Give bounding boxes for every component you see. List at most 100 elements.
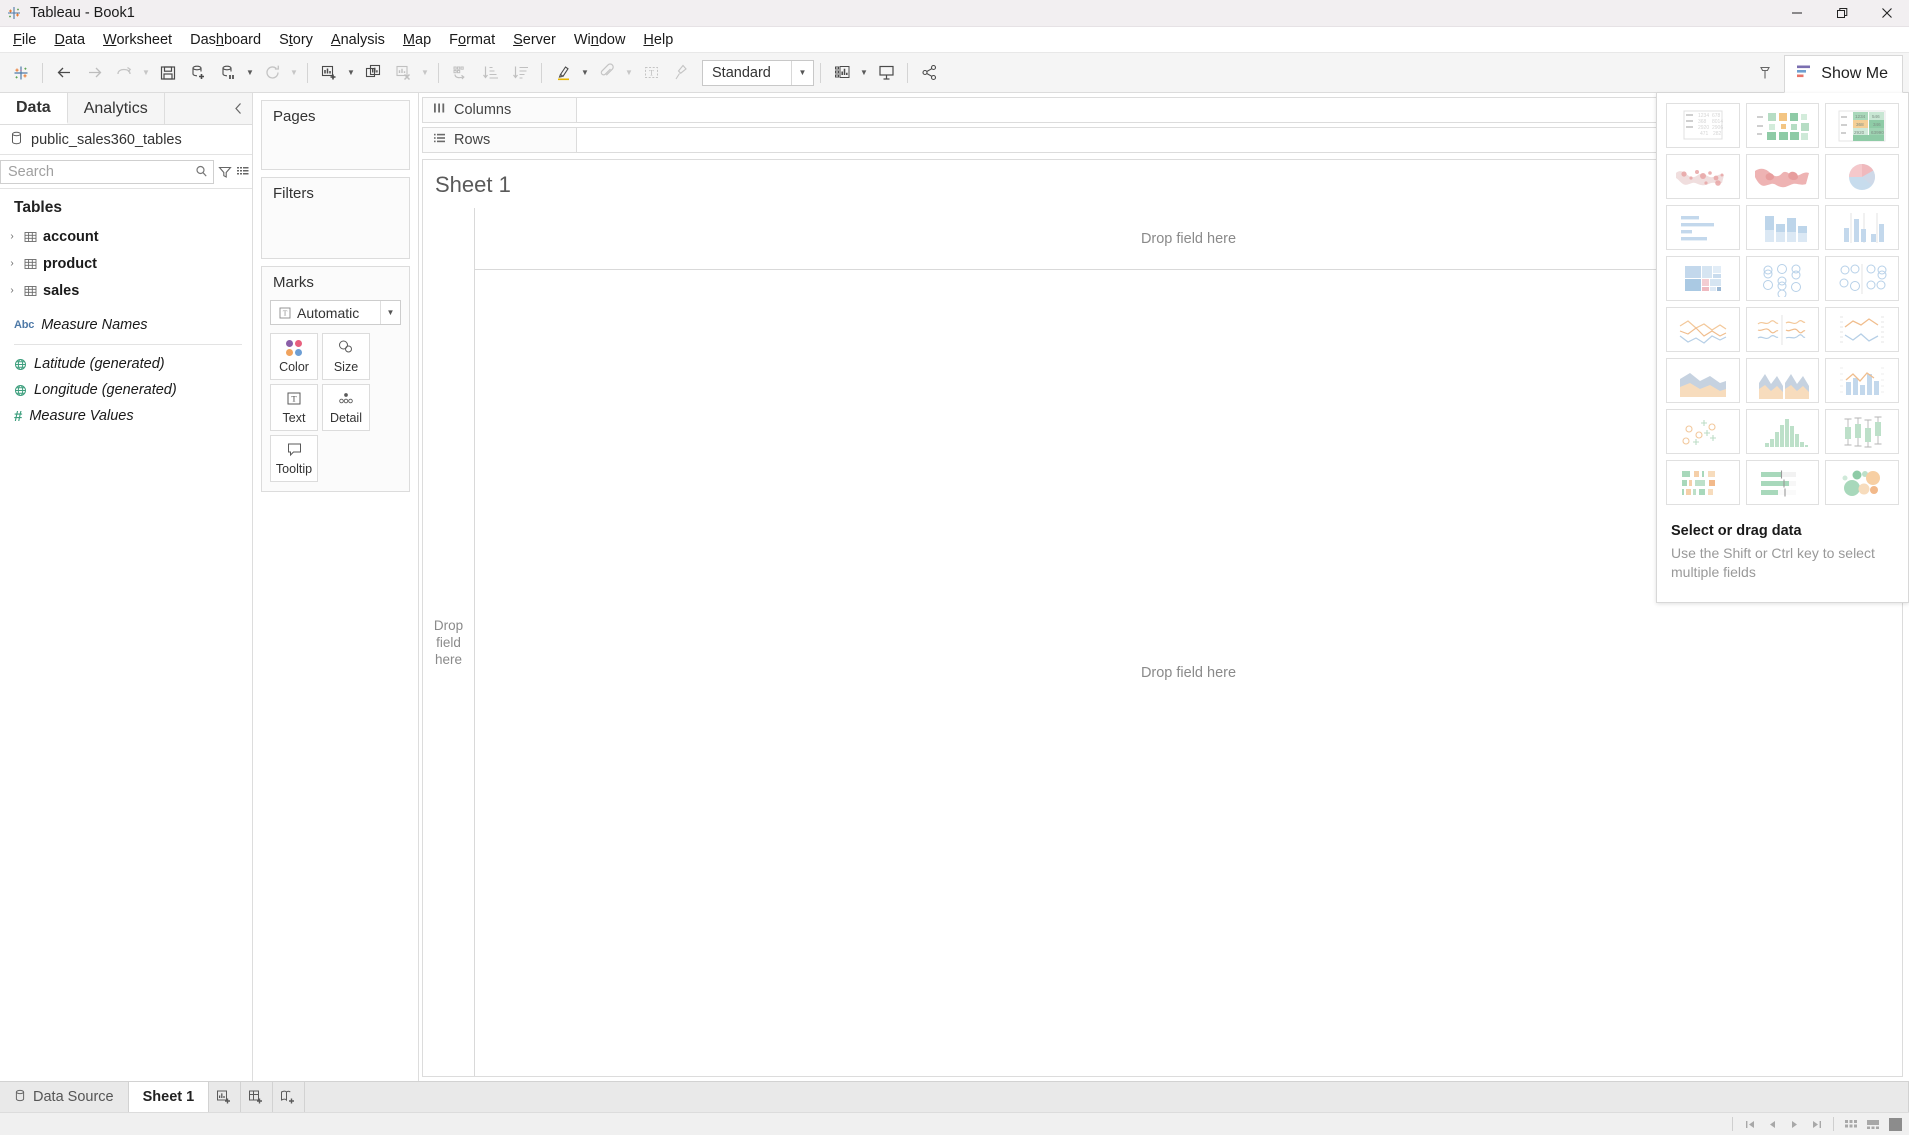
show-me-filled-map[interactable] (1745, 154, 1820, 199)
forward-arrow-icon[interactable] (79, 58, 109, 88)
show-me-dual-lines[interactable] (1825, 307, 1899, 352)
redo-options-caret[interactable]: ▼ (139, 58, 153, 88)
refresh-data-source-icon[interactable] (257, 58, 287, 88)
new-worksheet-caret[interactable]: ▼ (344, 58, 358, 88)
share-icon[interactable] (914, 58, 944, 88)
sort-descending-icon[interactable] (505, 58, 535, 88)
back-arrow-icon[interactable] (49, 58, 79, 88)
refresh-options-caret[interactable]: ▼ (287, 58, 301, 88)
show-me-histogram[interactable] (1745, 409, 1820, 454)
show-me-heat-map[interactable] (1745, 103, 1820, 148)
highlight-options-caret[interactable]: ▼ (578, 58, 592, 88)
field-measure-values[interactable]: # Measure Values (0, 403, 252, 429)
tab-analytics[interactable]: Analytics (67, 93, 165, 124)
duplicate-sheet-icon[interactable] (358, 58, 388, 88)
fix-axes-icon[interactable] (666, 58, 696, 88)
minimize-button[interactable] (1774, 0, 1819, 27)
nav-prev-icon[interactable] (1762, 1115, 1782, 1134)
data-source-row[interactable]: public_sales360_tables (0, 125, 252, 155)
show-me-symbol-map[interactable] (1666, 154, 1740, 199)
menu-server[interactable]: Server (504, 29, 565, 51)
show-me-stacked-bars[interactable] (1745, 205, 1820, 250)
menu-window[interactable]: Window (565, 29, 635, 51)
show-me-horizontal-bars[interactable] (1666, 205, 1740, 250)
marks-text-button[interactable]: T Text (270, 384, 318, 431)
chevron-right-icon[interactable]: › (6, 231, 18, 242)
filters-card[interactable]: Filters (261, 177, 410, 259)
clear-sheet-icon[interactable] (388, 58, 418, 88)
show-me-packed-bubbles[interactable] (1825, 460, 1899, 505)
table-row-account[interactable]: › account (0, 223, 252, 250)
cards-options-caret[interactable]: ▼ (857, 58, 871, 88)
show-me-scatter-plot[interactable] (1666, 409, 1740, 454)
field-measure-names[interactable]: Abc Measure Names (0, 312, 252, 338)
redo-icon[interactable] (109, 58, 139, 88)
sheet-view-icon[interactable] (1885, 1115, 1905, 1134)
pause-options-caret[interactable]: ▼ (243, 58, 257, 88)
show-me-dual-combination[interactable] (1825, 358, 1899, 403)
row-drop-area[interactable]: Drop field here (423, 208, 475, 1076)
presentation-mode-icon[interactable] (871, 58, 901, 88)
new-story-tab-icon[interactable] (273, 1082, 306, 1112)
marks-type-caret-icon[interactable]: ▼ (380, 301, 400, 324)
nav-last-icon[interactable] (1806, 1115, 1826, 1134)
table-row-product[interactable]: › product (0, 250, 252, 277)
new-worksheet-icon[interactable] (314, 58, 344, 88)
close-button[interactable] (1864, 0, 1909, 27)
filmstrip-view-icon[interactable] (1863, 1115, 1883, 1134)
pages-card[interactable]: Pages (261, 100, 410, 170)
field-longitude-generated[interactable]: Longitude (generated) (0, 377, 252, 403)
new-worksheet-tab-icon[interactable] (209, 1082, 242, 1112)
marks-type-dropdown[interactable]: T Automatic ▼ (270, 300, 401, 325)
clear-options-caret[interactable]: ▼ (418, 58, 432, 88)
nav-next-icon[interactable] (1784, 1115, 1804, 1134)
show-me-pie-chart[interactable] (1825, 154, 1899, 199)
search-box[interactable] (0, 159, 214, 184)
show-me-button[interactable]: Show Me (1784, 54, 1903, 93)
menu-file[interactable]: File (4, 29, 45, 51)
show-hide-cards-icon[interactable] (827, 58, 857, 88)
tableau-home-icon[interactable] (6, 58, 36, 88)
show-me-side-by-side-bars[interactable] (1825, 205, 1899, 250)
marks-detail-button[interactable]: Detail (322, 384, 370, 431)
show-me-continuous-lines[interactable] (1666, 307, 1740, 352)
menu-format[interactable]: Format (440, 29, 504, 51)
menu-data[interactable]: Data (45, 29, 94, 51)
new-dashboard-tab-icon[interactable] (241, 1082, 274, 1112)
marks-tooltip-button[interactable]: Tooltip (270, 435, 318, 482)
marks-color-button[interactable]: Color (270, 333, 318, 380)
field-latitude-generated[interactable]: Latitude (generated) (0, 351, 252, 377)
show-me-side-by-side-circle-view[interactable] (1825, 256, 1899, 301)
table-row-sales[interactable]: › sales (0, 277, 252, 304)
menu-map[interactable]: Map (394, 29, 440, 51)
show-me-bullet-graph[interactable] (1745, 460, 1820, 505)
swap-rows-columns-icon[interactable] (445, 58, 475, 88)
sheet-tab-sheet-1[interactable]: Sheet 1 (128, 1082, 210, 1112)
menu-worksheet[interactable]: Worksheet (94, 29, 181, 51)
nav-first-icon[interactable] (1740, 1115, 1760, 1134)
marks-size-button[interactable]: Size (322, 333, 370, 380)
view-options-icon[interactable] (236, 160, 250, 184)
add-data-source-icon[interactable] (183, 58, 213, 88)
tab-data[interactable]: Data (0, 93, 68, 124)
maximize-restore-button[interactable] (1819, 0, 1864, 27)
chevron-right-icon[interactable]: › (6, 258, 18, 269)
show-me-gantt[interactable] (1666, 460, 1740, 505)
fit-caret-icon[interactable]: ▼ (791, 60, 813, 85)
menu-dashboard[interactable]: Dashboard (181, 29, 270, 51)
sort-ascending-icon[interactable] (475, 58, 505, 88)
show-me-continuous-area[interactable] (1666, 358, 1740, 403)
group-members-icon[interactable] (592, 58, 622, 88)
show-me-text-table[interactable]: 1234 678 368 8014 2920 2906 471 282 (1666, 103, 1740, 148)
save-icon[interactable] (153, 58, 183, 88)
show-me-treemap[interactable] (1666, 256, 1740, 301)
group-options-caret[interactable]: ▼ (622, 58, 636, 88)
menu-help[interactable]: Help (634, 29, 682, 51)
pause-data-updates-icon[interactable] (213, 58, 243, 88)
show-sheet-tabs-icon[interactable] (1841, 1115, 1861, 1134)
show-me-highlight-table[interactable]: 1234 546 368 346 2920 63990 (1825, 103, 1899, 148)
tooltip-pin-icon[interactable] (1750, 58, 1780, 88)
fit-dropdown[interactable]: Standard ▼ (702, 59, 814, 86)
show-me-discrete-area[interactable] (1745, 358, 1820, 403)
data-source-tab[interactable]: Data Source (0, 1082, 129, 1112)
